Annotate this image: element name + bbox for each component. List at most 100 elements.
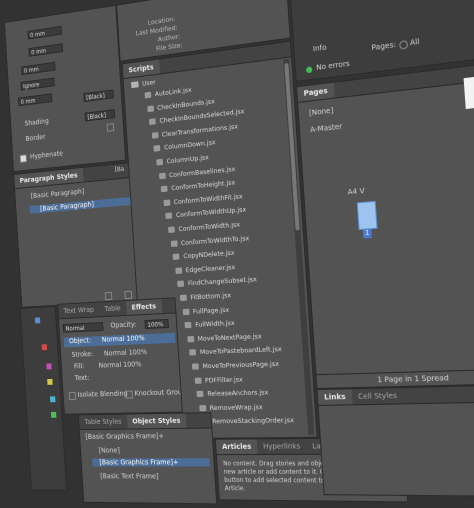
master-thumbnail[interactable]: [464, 76, 474, 109]
object-style-item-graphics[interactable]: [Basic Graphics Frame]+: [92, 458, 210, 466]
script-file-icon: [168, 226, 175, 233]
tab-table[interactable]: Table: [99, 301, 127, 316]
tab-effects[interactable]: Effects: [126, 299, 162, 315]
script-item-label: FitBottom.jsx: [190, 291, 231, 301]
script-item[interactable]: FitBottom.jsx: [180, 291, 231, 302]
script-item[interactable]: ReleaseAnchors.jsx: [197, 388, 269, 398]
swatch-yellow[interactable]: [47, 379, 52, 385]
tab-object-styles[interactable]: Object Styles: [126, 414, 186, 429]
spread-size-label: A4 V: [347, 187, 365, 197]
script-item[interactable]: PDFFilter.jsx: [194, 375, 243, 385]
shading-swatch-select[interactable]: [Black]: [85, 109, 116, 121]
script-file-icon: [147, 105, 154, 112]
effects-row-label: Text:: [75, 374, 90, 382]
script-item[interactable]: AutoLink.jsx: [144, 86, 191, 100]
swatch-red[interactable]: [42, 344, 47, 350]
tab-scripts[interactable]: Scripts: [123, 59, 160, 78]
swatch-magenta[interactable]: [46, 363, 51, 369]
script-file-icon: [194, 377, 201, 383]
script-item-label: AutoLink.jsx: [155, 86, 192, 99]
script-item[interactable]: ConformToWidthUp.jsx: [166, 206, 247, 221]
ignore-select[interactable]: Ignore: [20, 77, 54, 90]
script-file-icon: [187, 336, 194, 342]
tab-table-styles[interactable]: Table Styles: [79, 415, 127, 430]
master-a[interactable]: A-Master: [310, 122, 343, 134]
script-item-label: PDFFilter.jsx: [205, 375, 243, 384]
script-item[interactable]: MoveToNextPage.jsx: [187, 332, 262, 343]
script-item-label: ReleaseAnchors.jsx: [207, 388, 269, 398]
effects-row-value: Normal 100%: [104, 348, 147, 358]
script-item[interactable]: ConformBaselines.jsx: [159, 164, 236, 179]
tab-paragraph-styles[interactable]: Paragraph Styles: [14, 168, 83, 188]
script-item[interactable]: MoveToPasteboardLeft.jsx: [189, 345, 282, 357]
pages-all-label: All: [410, 37, 420, 47]
script-file-icon: [154, 145, 161, 152]
object-styles-tabbar: Table Styles Object Styles: [79, 413, 211, 430]
effects-row-stroke[interactable]: Stroke: Normal 100%: [71, 348, 147, 359]
script-file-icon: [152, 132, 159, 139]
new-folder-icon[interactable]: [105, 292, 113, 300]
script-item[interactable]: EdgeCleaner.jsx: [175, 263, 235, 275]
pages-all-radio[interactable]: [399, 40, 408, 50]
fill-swatch-select[interactable]: [Black]: [83, 89, 114, 102]
script-item[interactable]: ConformToWidthFit.jsx: [163, 192, 243, 207]
tab-links[interactable]: Links: [318, 389, 353, 405]
tab-articles[interactable]: Articles: [216, 439, 258, 454]
script-item[interactable]: ColumnDown.jsx: [154, 138, 216, 153]
script-file-icon: [182, 308, 189, 314]
script-item-label: CheckInBounds.jsx: [157, 97, 215, 112]
trash-icon[interactable]: [124, 291, 132, 299]
swatch-cyan[interactable]: [50, 396, 56, 402]
indent-field-4[interactable]: 0 mm: [18, 93, 52, 106]
script-item-label: ClearTransformations.jsx: [162, 122, 239, 138]
swatch-green[interactable]: [51, 412, 57, 418]
align-icon[interactable]: [107, 123, 115, 132]
indent-field-3[interactable]: 0 mm: [21, 62, 56, 75]
script-item[interactable]: RemoveStackingOrder.jsx: [201, 416, 294, 426]
master-none[interactable]: [None]: [309, 106, 334, 117]
effects-row-object[interactable]: Object: Normal 100%: [64, 333, 176, 348]
script-file-icon: [166, 213, 173, 220]
script-item[interactable]: FullPage.jsx: [182, 305, 229, 316]
tab-hyperlinks[interactable]: Hyperlinks: [257, 439, 307, 454]
script-item-label: ConformToWidthUp.jsx: [176, 206, 247, 220]
indent-field-1[interactable]: 0 mm: [27, 26, 62, 40]
object-style-item-none[interactable]: [None]: [98, 447, 120, 455]
tab-text-wrap[interactable]: Text Wrap: [58, 303, 100, 319]
script-item[interactable]: MoveToPreviousPage.jsx: [192, 360, 279, 371]
page-thumbnail[interactable]: [357, 201, 378, 230]
script-item-label: MoveToPreviousPage.jsx: [202, 360, 279, 371]
tab-cell-styles[interactable]: Cell Styles: [351, 388, 404, 404]
hyphenate-checkbox[interactable]: [20, 154, 27, 162]
script-file-icon: [189, 350, 196, 356]
script-item[interactable]: ConformToWidthTo.jsx: [170, 234, 249, 248]
effects-panel: Text Wrap Table Effects Normal Opacity: …: [57, 297, 183, 414]
effects-row-text[interactable]: Text:: [75, 374, 90, 382]
script-item[interactable]: FullWidth.jsx: [185, 319, 235, 329]
knockout-group-checkbox[interactable]: [125, 391, 133, 399]
current-paragraph-style: [Basic Paragraph]: [31, 187, 85, 200]
script-item[interactable]: FindChangeSubset.jsx: [177, 275, 257, 288]
script-item[interactable]: ColumnUp.jsx: [156, 153, 209, 166]
tab-pages[interactable]: Pages: [297, 83, 334, 102]
script-file-icon: [145, 92, 152, 99]
effects-row-label: Object:: [69, 336, 91, 345]
script-item[interactable]: ConformToWidth.jsx: [168, 220, 240, 234]
object-styles-panel: Table Styles Object Styles [Basic Graphi…: [78, 412, 217, 504]
info-label[interactable]: Info: [313, 43, 327, 53]
script-item[interactable]: ConformToHeight.jsx: [161, 178, 236, 193]
script-item[interactable]: RemoveWrap.jsx: [199, 403, 263, 412]
effects-row-fill[interactable]: Fill: Normal 100%: [74, 360, 142, 370]
paragraph-style-item[interactable]: [Basic Paragraph]: [30, 197, 136, 214]
script-item[interactable]: ClearTransformations.jsx: [151, 122, 238, 140]
indent-field-2[interactable]: 0 mm: [28, 43, 63, 57]
script-file-icon: [173, 254, 180, 261]
swatch-blue[interactable]: [35, 317, 40, 323]
isolate-blending-checkbox[interactable]: [69, 392, 76, 400]
blend-mode-select[interactable]: Normal: [63, 322, 104, 333]
script-item[interactable]: CheckInBounds.jsx: [147, 97, 215, 113]
opacity-field[interactable]: 100%: [144, 319, 169, 329]
script-item[interactable]: CopyNDelete.jsx: [173, 249, 235, 261]
folder-user[interactable]: User: [131, 78, 156, 89]
script-item-label: ConformBaselines.jsx: [169, 164, 236, 179]
